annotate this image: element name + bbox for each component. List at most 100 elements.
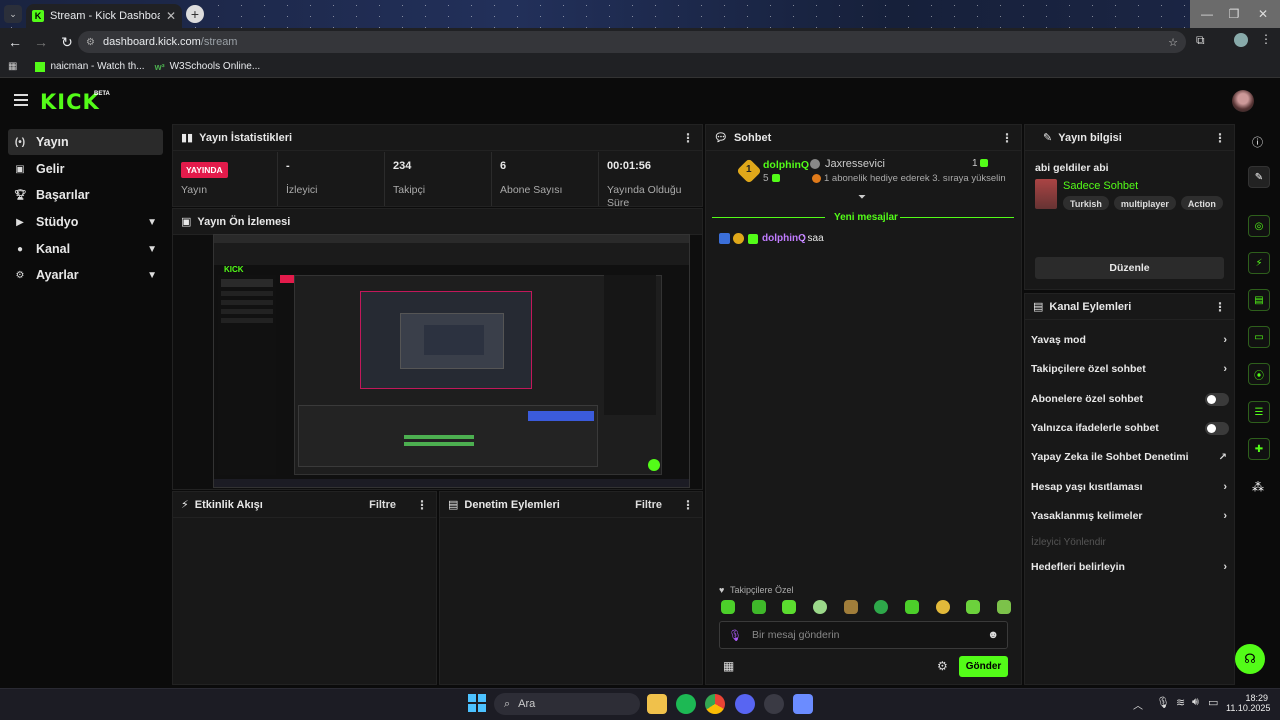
document-icon[interactable]: ▤ (1248, 289, 1270, 311)
broadcast-icon[interactable]: ⦿ (1248, 363, 1270, 385)
back-icon[interactable]: ← (2, 29, 28, 55)
user-avatar[interactable] (1232, 90, 1254, 112)
windows-start-icon[interactable] (468, 694, 486, 712)
edit-button[interactable]: Düzenle (1035, 257, 1224, 279)
action-subscribers-only-chat[interactable]: Abonelere özel sohbet (1031, 388, 1231, 410)
stream-preview-video[interactable]: KICK (213, 234, 690, 488)
new-tab-button[interactable]: + (186, 5, 204, 23)
emote-icon[interactable] (812, 600, 827, 614)
more-menu-icon[interactable]: ⋮ (682, 131, 694, 145)
taskbar-clock[interactable]: 18:29 11.10.2025 (1226, 693, 1270, 713)
extensions-icon[interactable]: ⧉ (1196, 33, 1205, 48)
chat-username[interactable]: dolphinQ (762, 233, 806, 244)
taskbar-search[interactable]: ⌕ Ara (494, 693, 640, 715)
filter-button[interactable]: Filtre (635, 499, 662, 511)
spotify-icon[interactable] (676, 694, 696, 714)
support-headset-icon[interactable]: ☊ (1235, 644, 1265, 674)
more-menu-icon[interactable]: ⋮ (1214, 131, 1226, 145)
sidebar-item-studyo[interactable]: ▶ Stüdyo ▼ (8, 209, 163, 235)
forward-icon[interactable]: → (28, 29, 54, 55)
toggle-switch[interactable] (1205, 421, 1229, 435)
action-emote-only-chat[interactable]: Yalnızca ifadelerle sohbet (1031, 417, 1231, 439)
action-set-goals[interactable]: Hedefleri belirleyin › (1031, 556, 1231, 578)
discord-icon[interactable] (735, 694, 755, 714)
emote-icon[interactable] (874, 600, 889, 614)
gifter-name[interactable]: Jaxressevici (825, 158, 885, 170)
send-button[interactable]: Gönder (959, 656, 1008, 677)
bookmark-item[interactable]: w³ W3Schools Online... (155, 61, 261, 72)
microphone-icon[interactable]: 🎙︎ (728, 629, 742, 642)
lightning-icon[interactable]: ⚡︎ (1248, 252, 1270, 274)
hamburger-menu-icon[interactable] (14, 94, 28, 106)
kick-logo[interactable]: KICK (40, 90, 100, 114)
tag[interactable]: Action (1180, 196, 1223, 210)
close-tab-icon[interactable]: ✕ (166, 9, 176, 23)
action-account-age[interactable]: Hesap yaşı kısıtlaması › (1031, 476, 1231, 498)
battery-icon[interactable]: ▭ (1208, 696, 1218, 709)
emote-icon[interactable] (843, 600, 858, 614)
tray-chevron-icon[interactable]: ︿ (1133, 697, 1143, 712)
edit-pencil-icon[interactable]: ✎ (1248, 166, 1270, 188)
file-explorer-icon[interactable] (647, 694, 667, 714)
emote-icon[interactable] (966, 600, 981, 614)
action-slow-mode[interactable]: Yavaş mod › (1031, 329, 1231, 351)
sidebar-item-gelir[interactable]: ▣ Gelir (8, 156, 163, 182)
emote-icon[interactable] (721, 600, 735, 614)
close-window-button[interactable]: ✕ (1246, 0, 1280, 28)
address-bar[interactable]: ⚙ dashboard.kick.com/stream ☆ (78, 31, 1186, 53)
chevron-down-icon[interactable]: ▼ (147, 244, 157, 255)
chevron-down-icon[interactable]: ▼ (147, 270, 157, 281)
tag[interactable]: Turkish (1063, 196, 1109, 210)
more-menu-icon[interactable]: ⋮ (416, 498, 428, 512)
chat-input[interactable]: 🎙︎ Bir mesaj gönderin ☻ (719, 621, 1008, 649)
top-gifter-name[interactable]: dolphinQ (763, 159, 809, 171)
target-icon[interactable]: ◎ (1248, 215, 1270, 237)
sidebar-item-yayin[interactable]: (•) Yayın (8, 129, 163, 155)
sidebar-item-kanal[interactable]: ● Kanal ▼ (8, 236, 163, 262)
gear-icon[interactable]: ⚙ (937, 659, 948, 673)
category-name[interactable]: Sadece Sohbet (1063, 180, 1138, 192)
tab-search-button[interactable]: ⌄ (4, 5, 22, 23)
emote-icon[interactable] (782, 600, 797, 614)
microphone-icon[interactable]: 🎙︎ (1156, 696, 1170, 709)
tag[interactable]: multiplayer (1113, 196, 1176, 210)
site-info-icon[interactable]: ⚙ (86, 37, 95, 48)
collapse-icon[interactable]: ⏷ (858, 192, 866, 203)
info-icon[interactable]: ⓘ (1252, 134, 1263, 150)
sidebar-item-basarilar[interactable]: 🏆︎ Başarılar (8, 182, 163, 208)
toggle-switch[interactable] (1205, 392, 1229, 406)
emote-icon[interactable] (751, 600, 766, 614)
emote-icon[interactable] (996, 600, 1011, 614)
sidebar-item-ayarlar[interactable]: ⚙ Ayarlar ▼ (8, 262, 163, 288)
emote-icon[interactable] (904, 600, 919, 614)
wrench-icon[interactable]: ✚ (1248, 438, 1270, 460)
layers-icon[interactable]: ☰ (1248, 401, 1270, 423)
apps-icon[interactable]: ⁂ (1252, 480, 1264, 494)
chevron-right-icon: › (1223, 363, 1227, 375)
more-menu-icon[interactable]: ⋮ (1001, 131, 1013, 145)
more-menu-icon[interactable]: ⋮ (1214, 300, 1226, 314)
action-followers-only-chat[interactable]: Takipçilere özel sohbet › (1031, 358, 1231, 380)
store-icon[interactable]: ▦ (723, 659, 734, 673)
volume-icon[interactable]: 🔊︎ (1192, 696, 1199, 709)
bookmark-item[interactable]: naicman - Watch th... (35, 61, 145, 72)
filter-button[interactable]: Filtre (369, 499, 396, 511)
profile-avatar[interactable] (1234, 33, 1248, 47)
reload-icon[interactable]: ↻ (54, 29, 80, 55)
chevron-down-icon[interactable]: ▼ (147, 217, 157, 228)
apps-grid-icon[interactable]: ▦ (8, 61, 17, 72)
category-thumbnail[interactable] (1035, 179, 1057, 209)
emote-icon[interactable] (935, 600, 950, 614)
app-icon[interactable] (764, 694, 784, 714)
action-banned-words[interactable]: Yasaklanmış kelimeler › (1031, 505, 1231, 527)
app-icon[interactable] (793, 694, 813, 714)
browser-menu-icon[interactable]: ⋮ (1260, 32, 1272, 46)
action-ai-moderation[interactable]: Yapay Zeka ile Sohbet Denetimi ↗ (1031, 446, 1231, 468)
emoji-icon[interactable]: ☻ (987, 629, 999, 641)
chat-bubble-icon[interactable]: ▭ (1248, 326, 1270, 348)
wifi-icon[interactable]: ≋ (1176, 696, 1185, 709)
browser-tab[interactable]: K Stream - Kick Dashboard ✕ (26, 4, 182, 28)
chrome-icon[interactable] (705, 694, 725, 714)
more-menu-icon[interactable]: ⋮ (682, 498, 694, 512)
bookmark-star-icon[interactable]: ☆ (1168, 36, 1178, 49)
